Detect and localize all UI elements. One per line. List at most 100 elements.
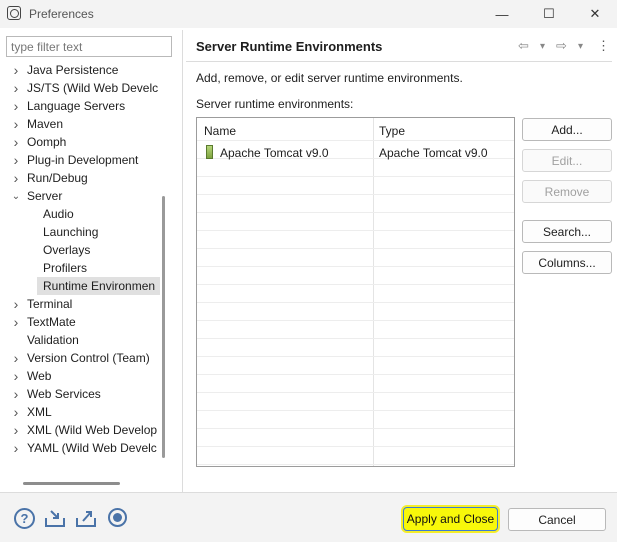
minimize-button[interactable]: —	[482, 3, 522, 25]
header-separator	[186, 61, 612, 62]
tree-item[interactable]: › TextMate	[0, 313, 160, 331]
tree-item-label: TextMate	[27, 315, 76, 329]
tree-item[interactable]: › Web	[0, 367, 160, 385]
tree-item-label: Plug-in Development	[27, 153, 139, 167]
tree-item-label: Server	[27, 189, 63, 203]
chevron-right-icon[interactable]: ›	[10, 422, 22, 438]
tree-item-label: Validation	[27, 333, 79, 347]
tree-item[interactable]: › Oomph	[0, 133, 160, 151]
table-row	[197, 356, 514, 357]
tree-item[interactable]: › Version Control (Team)	[0, 349, 160, 367]
tree-item[interactable]: › Web Services	[0, 385, 160, 403]
chevron-right-icon[interactable]: ›	[10, 62, 22, 78]
table-row	[197, 446, 514, 447]
table-row	[197, 320, 514, 321]
tree-item-label: Profilers	[43, 261, 88, 275]
server-runtime-icon	[206, 145, 213, 159]
tree-item[interactable]: › Run/Debug	[0, 169, 160, 187]
chevron-right-icon[interactable]: ›	[10, 440, 22, 456]
table-row	[197, 248, 514, 249]
tree-item[interactable]: Audio	[0, 205, 160, 223]
tree-item[interactable]: Runtime Environmen	[37, 277, 160, 295]
back-menu-chevron-icon[interactable]: ▾	[540, 41, 545, 52]
tree-item[interactable]: › Language Servers	[0, 97, 160, 115]
tree-item[interactable]: › Maven	[0, 115, 160, 133]
import-icon[interactable]	[44, 508, 66, 530]
table-cell-name[interactable]: Apache Tomcat v9.0	[220, 146, 329, 160]
eclipse-app-icon	[7, 6, 21, 20]
tree-item[interactable]: › XML (Wild Web Develop	[0, 421, 160, 439]
chevron-right-icon[interactable]: ›	[10, 314, 22, 330]
tree-item[interactable]: Launching	[0, 223, 160, 241]
record-icon[interactable]	[108, 508, 127, 527]
tree-item-label: Version Control (Team)	[27, 351, 150, 365]
table-row	[197, 230, 514, 231]
runtime-environments-table[interactable]: Name Type Apache Tomcat v9.0 Apache Tomc…	[196, 117, 515, 467]
tree-item[interactable]: ⌄ Server	[0, 187, 160, 205]
column-header-type[interactable]: Type	[372, 118, 405, 140]
chevron-right-icon[interactable]: ›	[10, 134, 22, 150]
tree-item[interactable]: › XML	[0, 403, 160, 421]
tree-vertical-scrollbar[interactable]	[162, 196, 165, 458]
tree-item[interactable]: Validation	[0, 331, 160, 349]
remove-button[interactable]: Remove	[522, 180, 612, 203]
more-menu-icon[interactable]: ⋮	[597, 38, 610, 54]
preference-tree: › Java Persistence › JS/TS (Wild Web Develc…	[0, 61, 160, 461]
table-row	[197, 194, 514, 195]
tree-item-label: Runtime Environmen	[43, 279, 156, 293]
chevron-right-icon[interactable]: ›	[10, 116, 22, 132]
tree-item[interactable]: › Terminal	[0, 295, 160, 313]
help-icon[interactable]: ?	[14, 508, 35, 529]
export-icon[interactable]	[75, 508, 97, 530]
table-cell-type[interactable]: Apache Tomcat v9.0	[379, 146, 488, 160]
tree-item[interactable]: › YAML (Wild Web Develc	[0, 439, 160, 457]
chevron-right-icon[interactable]: ›	[10, 404, 22, 420]
table-label: Server runtime environments:	[196, 97, 354, 111]
tree-item[interactable]: › Plug-in Development	[0, 151, 160, 169]
tree-item[interactable]: Profilers	[0, 259, 160, 277]
columns-button[interactable]: Columns...	[522, 251, 612, 274]
tree-item-label: Terminal	[27, 297, 73, 311]
tree-item[interactable]: › JS/TS (Wild Web Develc	[0, 79, 160, 97]
chevron-right-icon[interactable]: ›	[10, 80, 22, 96]
tree-item-label: Web Services	[27, 387, 101, 401]
tree-item-label: XML (Wild Web Develop	[27, 423, 158, 437]
cancel-button[interactable]: Cancel	[508, 508, 606, 531]
column-divider	[373, 118, 374, 466]
title-bar: Preferences — ☐ ✕	[0, 0, 617, 28]
tree-item[interactable]: Overlays	[0, 241, 160, 259]
edit-button[interactable]: Edit...	[522, 149, 612, 172]
tree-horizontal-scrollbar[interactable]	[23, 482, 120, 485]
apply-and-close-button[interactable]: Apply and Close	[403, 507, 498, 531]
tree-item[interactable]: › Java Persistence	[0, 61, 160, 79]
tree-item-label: XML	[27, 405, 52, 419]
chevron-right-icon[interactable]: ›	[10, 296, 22, 312]
forward-menu-chevron-icon[interactable]: ▾	[578, 41, 583, 52]
chevron-right-icon[interactable]: ›	[10, 350, 22, 366]
filter-input[interactable]	[6, 36, 172, 57]
table-row	[197, 374, 514, 375]
tree-item-label: Launching	[43, 225, 99, 239]
tree-item-label: JS/TS (Wild Web Develc	[27, 81, 159, 95]
pane-divider[interactable]	[182, 30, 183, 492]
chevron-right-icon[interactable]: ›	[10, 152, 22, 168]
table-row	[197, 464, 514, 465]
add-button[interactable]: Add...	[522, 118, 612, 141]
chevron-right-icon[interactable]: ›	[10, 368, 22, 384]
tree-item-label: Language Servers	[27, 99, 126, 113]
tree-item-label: Overlays	[43, 243, 91, 257]
tree-item-label: Run/Debug	[27, 171, 88, 185]
chevron-right-icon[interactable]: ›	[10, 98, 22, 114]
tree-item-label: Maven	[27, 117, 64, 131]
column-header-name[interactable]: Name	[197, 118, 236, 140]
chevron-right-icon[interactable]: ›	[10, 170, 22, 186]
search-button[interactable]: Search...	[522, 220, 612, 243]
table-row	[197, 302, 514, 303]
chevron-right-icon[interactable]: ›	[10, 386, 22, 402]
page-title: Server Runtime Environments	[196, 39, 383, 54]
maximize-button[interactable]: ☐	[529, 3, 569, 25]
chevron-down-icon[interactable]: ⌄	[10, 191, 22, 202]
close-window-button[interactable]: ✕	[575, 3, 615, 25]
forward-arrow-icon[interactable]: ⇨	[556, 38, 567, 54]
back-arrow-icon[interactable]: ⇦	[518, 38, 529, 54]
